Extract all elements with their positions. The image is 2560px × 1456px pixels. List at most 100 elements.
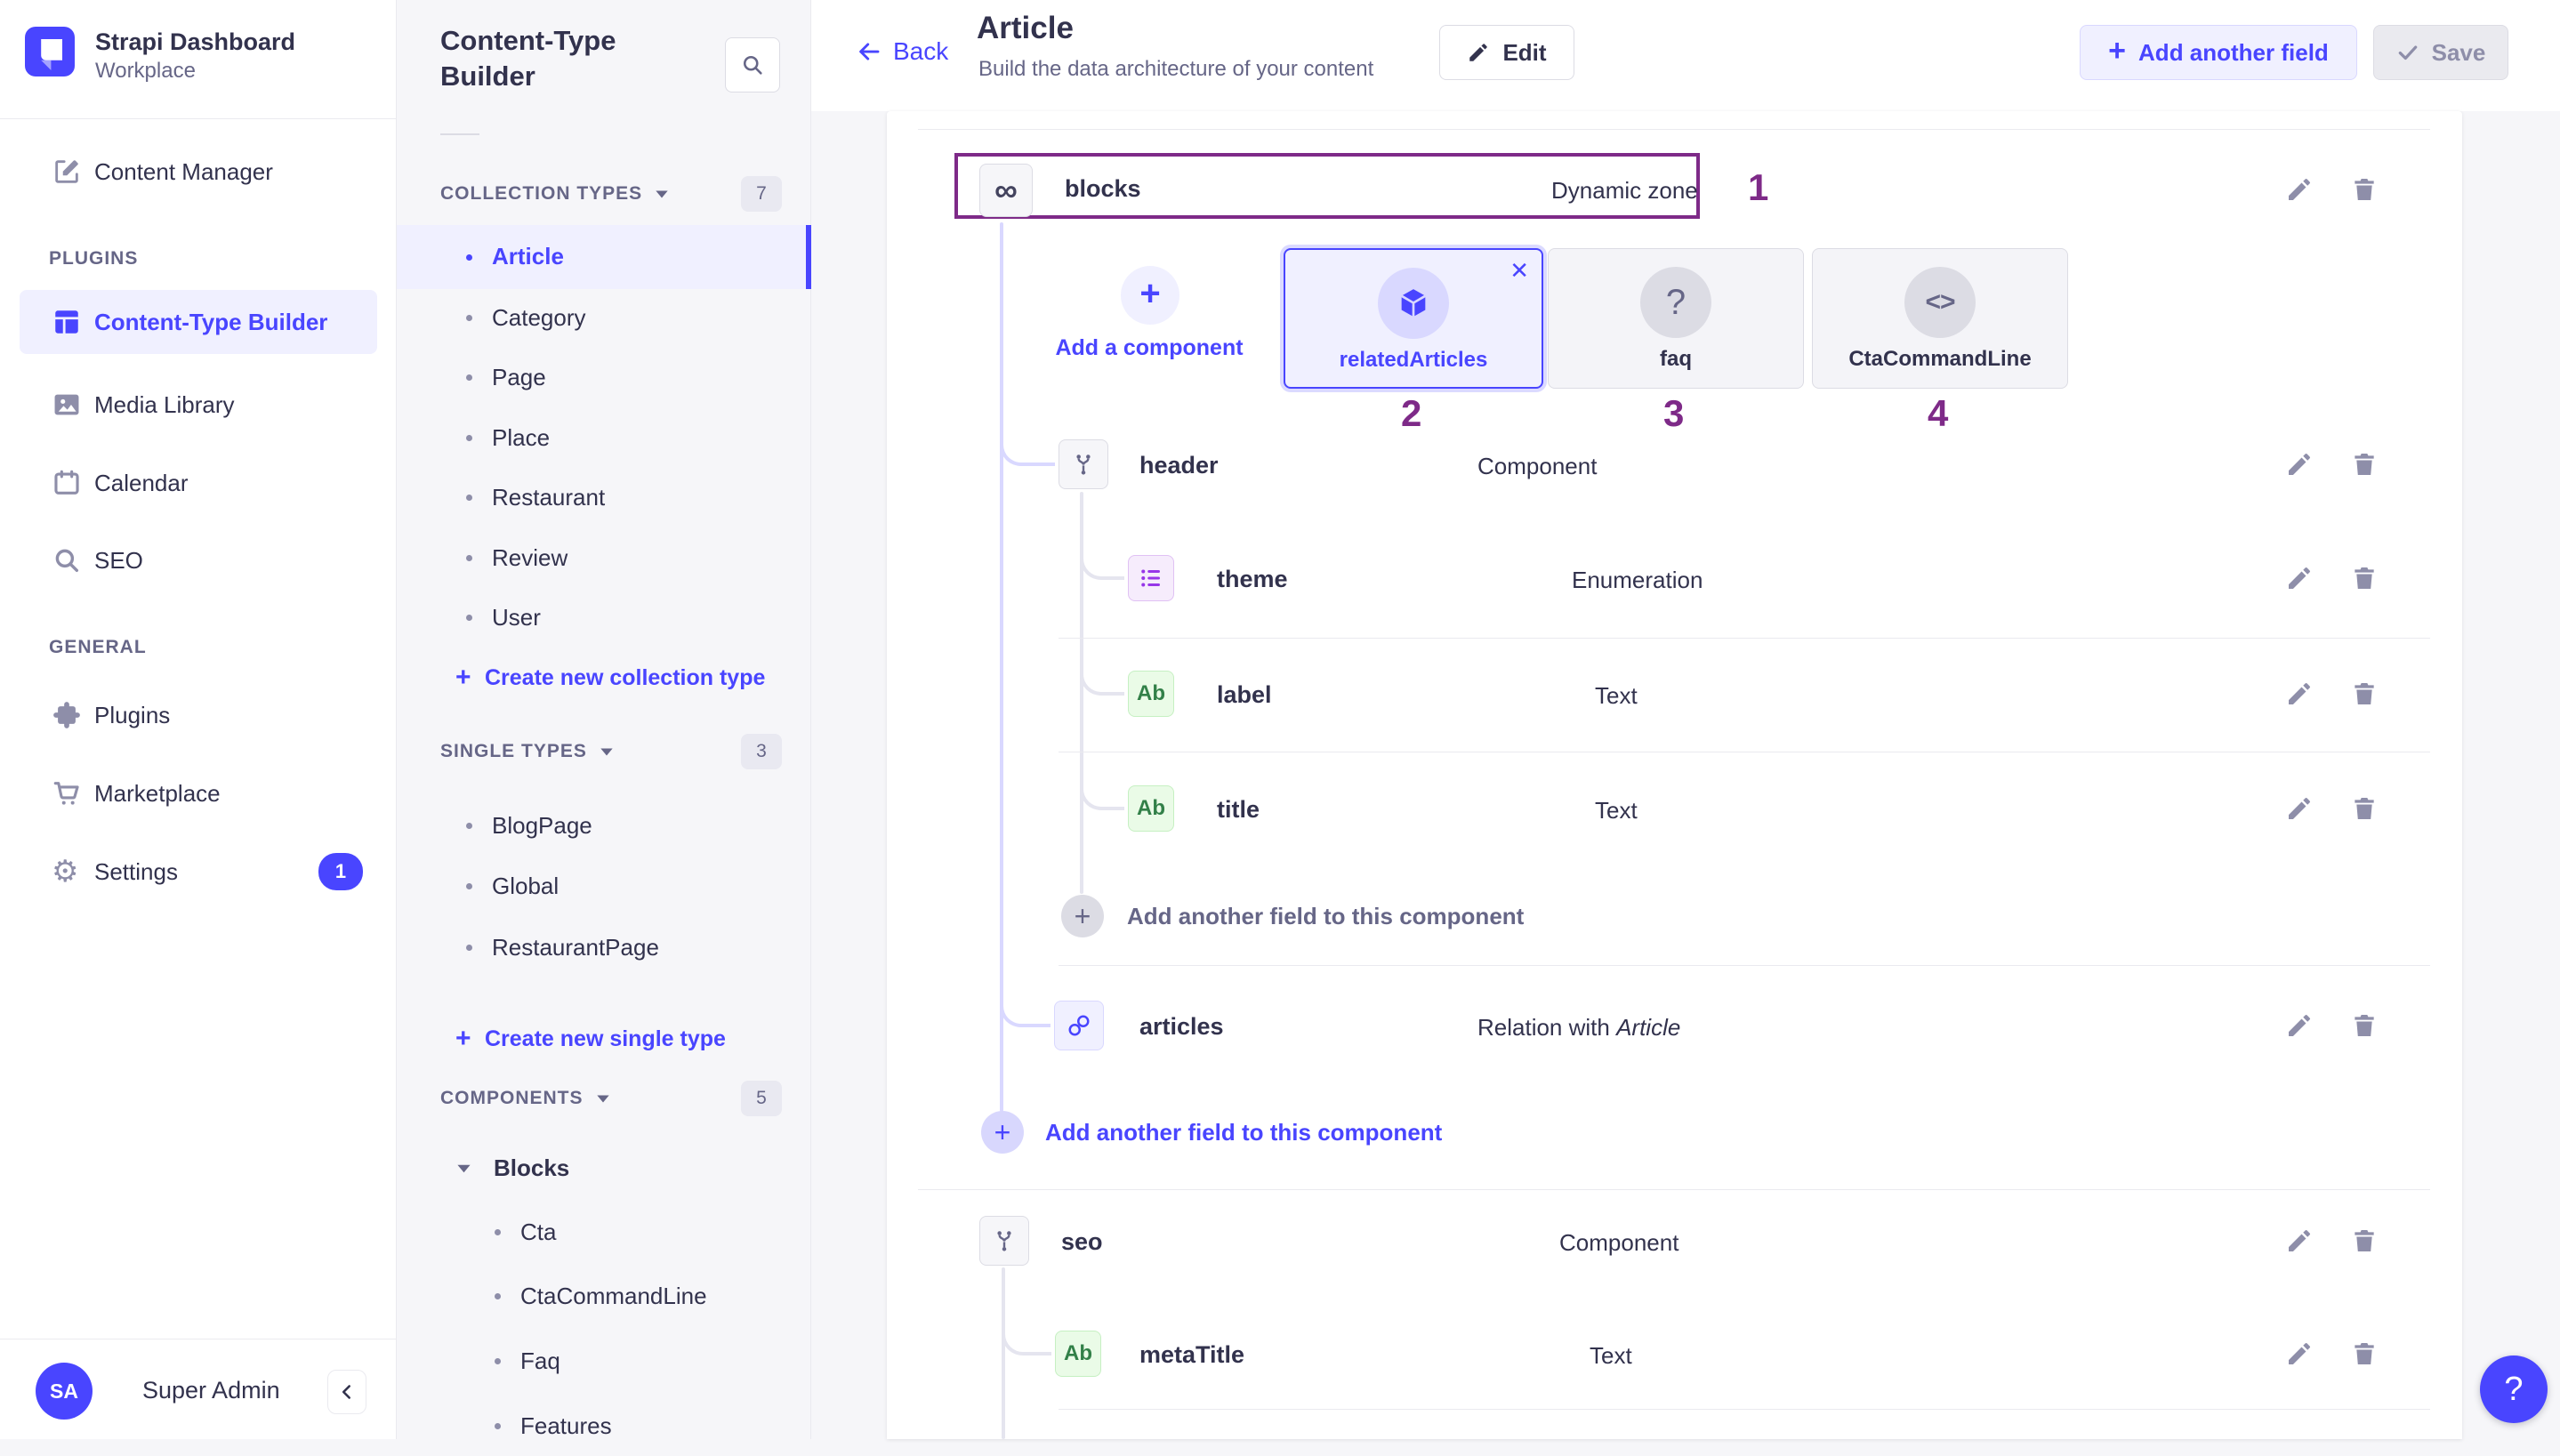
edit-field-button[interactable] bbox=[2285, 450, 2314, 479]
delete-field-button[interactable] bbox=[2350, 450, 2379, 479]
avatar[interactable]: SA bbox=[36, 1363, 93, 1420]
back-link[interactable]: Back bbox=[856, 37, 948, 66]
add-another-field-button[interactable]: + Add another field bbox=[2080, 25, 2357, 80]
plus-icon: + bbox=[455, 1024, 471, 1053]
sidebar-item-features[interactable]: Features bbox=[397, 1396, 811, 1456]
add-field-to-component-button[interactable]: + Add another field to this component bbox=[1061, 892, 1524, 940]
component-card-faq[interactable]: ? faq bbox=[1548, 248, 1804, 389]
plus-circle-icon: + bbox=[1061, 895, 1104, 937]
sidebar-item-label: Content Manager bbox=[94, 157, 273, 185]
sidebar-item-place[interactable]: Place bbox=[397, 407, 811, 468]
sidebar-item-label: Marketplace bbox=[94, 779, 221, 807]
sidebar-group-blocks[interactable]: Blocks bbox=[397, 1138, 811, 1198]
divider bbox=[918, 129, 2430, 130]
edit-field-button[interactable] bbox=[2285, 175, 2314, 204]
sidebar-item-label: Media Library bbox=[94, 390, 235, 418]
sidebar-item-blogpage[interactable]: BlogPage bbox=[397, 795, 811, 856]
image-icon bbox=[52, 390, 82, 420]
back-label: Back bbox=[893, 37, 949, 65]
plus-circle-icon: + bbox=[981, 1111, 1024, 1154]
field-type: Component bbox=[1477, 453, 1598, 479]
sidebar-item-marketplace[interactable]: Marketplace bbox=[0, 763, 397, 824]
collection-types-section[interactable]: COLLECTION TYPES bbox=[440, 176, 669, 212]
sidebar-item-restaurantpage[interactable]: RestaurantPage bbox=[397, 917, 811, 977]
collapse-sidebar-button[interactable] bbox=[327, 1370, 366, 1414]
edit-field-button[interactable] bbox=[2285, 794, 2314, 823]
sidebar-item-calendar[interactable]: Calendar bbox=[0, 453, 397, 513]
chevron-down-icon bbox=[656, 190, 668, 197]
sidebar-item-content-type-builder[interactable]: Content-Type Builder bbox=[20, 290, 377, 354]
general-section-label: GENERAL bbox=[49, 637, 147, 657]
add-field-to-component-label: Add another field to this component bbox=[1127, 902, 1525, 929]
cube-icon bbox=[1378, 268, 1449, 339]
delete-field-button[interactable] bbox=[2350, 1227, 2379, 1255]
save-button[interactable]: Save bbox=[2373, 25, 2508, 80]
edit-button[interactable]: Edit bbox=[1439, 25, 1574, 80]
component-card-label: CtaCommandLine bbox=[1848, 347, 2032, 371]
edit-field-button[interactable] bbox=[2285, 680, 2314, 708]
component-card-ctacommandline[interactable]: <> CtaCommandLine bbox=[1812, 248, 2068, 389]
sidebar-item-page[interactable]: Page bbox=[397, 347, 811, 407]
sidebar-item-cta[interactable]: Cta bbox=[397, 1202, 811, 1262]
delete-field-button[interactable] bbox=[2350, 794, 2379, 823]
sidebar-item-article[interactable]: Article bbox=[397, 225, 811, 289]
sidebar-item-category[interactable]: Category bbox=[397, 287, 811, 348]
sidebar-item-media-library[interactable]: Media Library bbox=[0, 374, 397, 435]
enumeration-icon bbox=[1128, 555, 1174, 601]
sidebar-item-global[interactable]: Global bbox=[397, 856, 811, 916]
edit-field-button[interactable] bbox=[2285, 564, 2314, 592]
single-types-section[interactable]: SINGLE TYPES bbox=[440, 734, 614, 769]
tree-branch bbox=[1080, 668, 1124, 696]
annotation-label-1: 1 bbox=[1748, 166, 1769, 208]
plus-circle-icon: + bbox=[1121, 266, 1179, 325]
delete-field-button[interactable] bbox=[2350, 564, 2379, 592]
remove-component-icon[interactable]: ✕ bbox=[1509, 257, 1529, 285]
sidebar-item-review[interactable]: Review bbox=[397, 527, 811, 588]
tree-branch bbox=[1080, 552, 1124, 580]
components-section[interactable]: COMPONENTS bbox=[440, 1081, 610, 1116]
edit-field-button[interactable] bbox=[2285, 1011, 2314, 1040]
edit-field-button[interactable] bbox=[2285, 1339, 2314, 1368]
field-name: blocks bbox=[1065, 175, 1141, 202]
search-button[interactable] bbox=[725, 37, 780, 93]
sidebar-item-ctacommandline[interactable]: CtaCommandLine bbox=[397, 1266, 811, 1326]
components-count: 5 bbox=[741, 1081, 782, 1116]
sidebar-item-user[interactable]: User bbox=[397, 587, 811, 648]
create-single-type-button[interactable]: + Create new single type bbox=[397, 1012, 811, 1066]
chevron-down-icon bbox=[457, 1164, 471, 1173]
sidebar-item-label: Plugins bbox=[94, 701, 171, 728]
delete-field-button[interactable] bbox=[2350, 175, 2379, 204]
pencil-icon bbox=[2289, 454, 2310, 475]
edit-field-button[interactable] bbox=[2285, 1227, 2314, 1255]
sidebar-item-settings[interactable]: ⚙ Settings 1 bbox=[0, 841, 397, 902]
add-field-to-dynzone-button[interactable]: + Add another field to this component bbox=[981, 1108, 1442, 1156]
sidebar-item-faq[interactable]: Faq bbox=[397, 1331, 811, 1391]
field-type: Enumeration bbox=[1572, 567, 1703, 593]
field-name: articles bbox=[1139, 1013, 1224, 1040]
sidebar-item-label: Calendar bbox=[94, 469, 189, 496]
component-card-relatedarticles[interactable]: relatedArticles ✕ bbox=[1284, 248, 1543, 389]
divider bbox=[1059, 965, 2430, 966]
save-label: Save bbox=[2431, 38, 2486, 66]
component-card-label: faq bbox=[1660, 347, 1692, 371]
strapi-logo-icon bbox=[41, 39, 62, 70]
delete-field-button[interactable] bbox=[2350, 1339, 2379, 1368]
divider bbox=[1059, 1409, 2430, 1410]
sidebar-item-seo[interactable]: SEO bbox=[0, 530, 397, 591]
trash-icon bbox=[2355, 1230, 2374, 1251]
page-subtitle: Build the data architecture of your cont… bbox=[978, 57, 1374, 81]
code-icon: <> bbox=[1904, 267, 1976, 338]
create-collection-type-button[interactable]: + Create new collection type bbox=[397, 651, 811, 704]
text-field-icon: Ab bbox=[1055, 1331, 1101, 1377]
question-icon: ? bbox=[1640, 267, 1711, 338]
sidebar-item-content-manager[interactable]: Content Manager bbox=[0, 141, 397, 202]
add-component-button[interactable]: + Add a component bbox=[1051, 248, 1247, 389]
gear-icon: ⚙ bbox=[52, 855, 79, 889]
delete-field-button[interactable] bbox=[2350, 680, 2379, 708]
tree-branch bbox=[1000, 438, 1055, 466]
layout-grid-icon bbox=[52, 307, 82, 337]
sidebar-item-plugins[interactable]: Plugins bbox=[0, 685, 397, 745]
sidebar-item-restaurant[interactable]: Restaurant bbox=[397, 467, 811, 527]
delete-field-button[interactable] bbox=[2350, 1011, 2379, 1040]
help-button[interactable]: ? bbox=[2480, 1355, 2548, 1423]
